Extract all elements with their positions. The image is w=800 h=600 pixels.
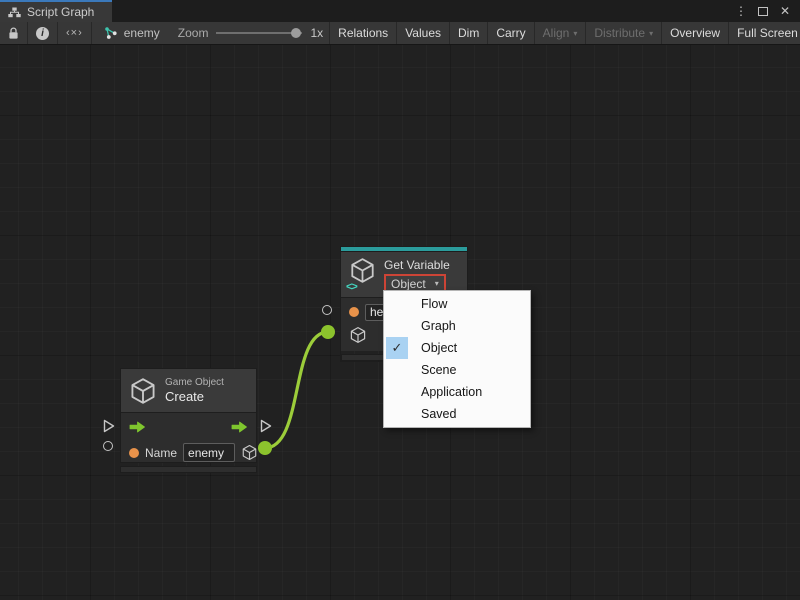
graph-network-icon: [104, 26, 118, 40]
values-button[interactable]: Values: [396, 22, 449, 44]
variable-scope-menu: Flow Graph ✓ Object Scene Application Sa…: [383, 290, 531, 428]
menu-item-flow[interactable]: Flow: [384, 293, 530, 315]
align-button: Align ▾: [534, 22, 586, 44]
node-title: Create: [165, 389, 224, 405]
menu-item-scene[interactable]: Scene: [384, 359, 530, 381]
tab-title: Script Graph: [27, 5, 94, 19]
menu-item-object[interactable]: ✓ Object: [384, 337, 530, 359]
code-brackets-icon: ‹×›: [66, 27, 83, 39]
graph-tab-icon: [8, 7, 21, 18]
graph-breadcrumb[interactable]: enemy: [92, 22, 172, 44]
code-marks-icon: <>: [346, 281, 357, 293]
game-object-output-cube-icon: [241, 444, 258, 461]
name-value-field[interactable]: [183, 443, 235, 462]
create-name-port[interactable]: [103, 441, 113, 451]
create-flow-out-port[interactable]: [259, 418, 273, 434]
node-footer: [120, 466, 257, 473]
menu-item-application[interactable]: Application: [384, 381, 530, 403]
scope-value: Object: [391, 277, 426, 291]
game-object-cube-icon: [349, 326, 367, 344]
window-maximize-button[interactable]: [754, 2, 772, 20]
info-icon: i: [36, 27, 49, 40]
create-node-body: Name: [121, 412, 256, 462]
create-flow-in-port[interactable]: [102, 418, 116, 434]
window-menu-button[interactable]: ⋮: [732, 2, 750, 20]
create-output-port: [258, 441, 272, 455]
create-node-header: Game Object Create: [121, 369, 256, 412]
chevron-down-icon: ▾: [649, 29, 653, 38]
distribute-button: Distribute ▾: [585, 22, 661, 44]
variable-cube-icon: <>: [349, 257, 376, 289]
name-param-label: Name: [145, 446, 177, 460]
flow-input-arrow-icon: [129, 421, 146, 433]
menu-item-saved[interactable]: Saved: [384, 403, 530, 425]
zoom-value: 1x: [310, 26, 323, 40]
value-port-dot: [129, 448, 139, 458]
full-screen-button[interactable]: Full Screen: [728, 22, 800, 44]
kebab-menu-icon: ⋮: [735, 4, 747, 18]
menu-item-graph[interactable]: Graph: [384, 315, 530, 337]
flow-output-arrow-icon: [231, 421, 248, 433]
close-icon: ✕: [780, 4, 790, 18]
check-icon: ✓: [386, 337, 408, 359]
get-variable-object-port: [321, 325, 335, 339]
node-title: Get Variable: [384, 258, 450, 272]
window-close-button[interactable]: ✕: [776, 2, 794, 20]
overview-button[interactable]: Overview: [661, 22, 728, 44]
breadcrumb-graph-name: enemy: [124, 26, 160, 40]
info-button[interactable]: i: [28, 22, 58, 44]
chevron-down-icon: ▾: [573, 29, 577, 38]
tab-script-graph[interactable]: Script Graph: [0, 0, 112, 22]
carry-button[interactable]: Carry: [487, 22, 533, 44]
game-object-cube-icon: [129, 377, 157, 405]
chevron-down-icon: ▾: [435, 279, 439, 288]
get-variable-name-port[interactable]: [322, 305, 332, 315]
toolbar-buttons: Relations Values Dim Carry Align ▾ Distr…: [329, 22, 800, 44]
game-object-wire: [265, 332, 328, 448]
zoom-slider-knob[interactable]: [291, 28, 301, 38]
value-port-dot: [349, 307, 359, 317]
graph-toolbar: i ‹×› enemy Zoom 1x Relations Values Dim…: [0, 22, 800, 45]
lock-icon: [8, 27, 19, 40]
zoom-control: Zoom 1x: [172, 22, 329, 44]
create-game-object-node[interactable]: Game Object Create Name: [120, 368, 257, 473]
graph-canvas[interactable]: <> Get Variable Object ▾: [0, 45, 800, 600]
dim-button[interactable]: Dim: [449, 22, 487, 44]
title-bar: Script Graph ⋮ ✕: [0, 0, 800, 22]
relations-button[interactable]: Relations: [329, 22, 396, 44]
window-controls: ⋮ ✕: [732, 0, 800, 22]
edit-code-button[interactable]: ‹×›: [58, 22, 92, 44]
node-context-label: Game Object: [165, 377, 224, 389]
lock-button[interactable]: [0, 22, 28, 44]
maximize-icon: [758, 7, 768, 16]
zoom-slider[interactable]: [216, 32, 302, 34]
zoom-label: Zoom: [178, 26, 209, 40]
